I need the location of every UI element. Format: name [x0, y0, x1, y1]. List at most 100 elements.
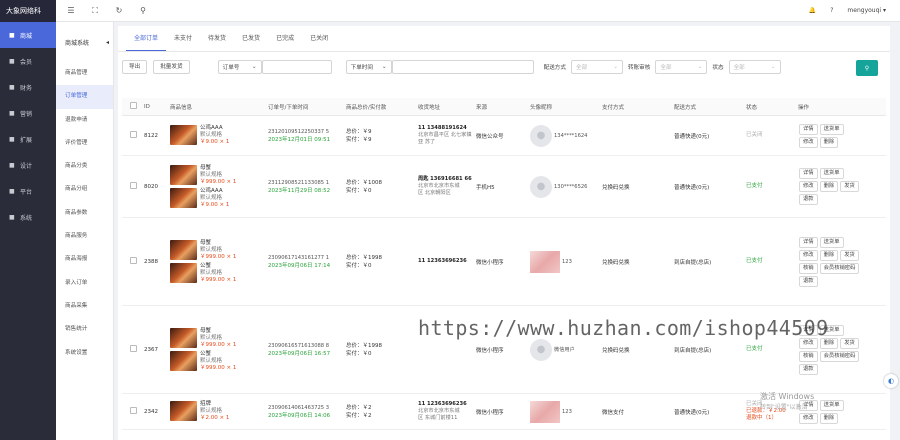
product-spec: 默认规格	[200, 246, 223, 253]
submenu-title: 商城系统 ◂	[65, 38, 109, 47]
address-line: 区 北京朝阳区	[418, 190, 451, 196]
nickname: 130****6526	[554, 183, 588, 190]
action-button[interactable]: 删除	[819, 412, 839, 424]
tab[interactable]: 已发货	[234, 26, 268, 51]
order-number: 23090616571613088 8	[268, 342, 330, 349]
float-assistant-icon[interactable]: ◐	[884, 374, 898, 388]
column-header: 配送方式	[674, 104, 697, 111]
action-button[interactable]: 会员核销密码	[819, 262, 860, 274]
nav-item-6[interactable]: ■ 平台	[0, 178, 56, 204]
nav-item-0[interactable]: ■ 商城	[0, 22, 56, 48]
tab[interactable]: 未支付	[166, 26, 200, 51]
action-button[interactable]: 送货单	[819, 168, 844, 179]
order-paid: 实付：￥0	[346, 350, 372, 357]
nav-item-1[interactable]: ■ 会员	[0, 48, 56, 74]
nav-item-4[interactable]: ■ 扩展	[0, 126, 56, 152]
action-button[interactable]: 退款	[799, 363, 818, 375]
address-contact: 11 12363696236	[418, 258, 467, 264]
collapse-icon[interactable]: ◂	[106, 39, 109, 46]
time-select[interactable]: 下单时间 ⌄	[345, 60, 392, 74]
submenu-item[interactable]: 商品参数	[56, 202, 113, 225]
action-button[interactable]: 详情	[799, 236, 818, 248]
submenu-item[interactable]: 评价管理	[56, 132, 113, 155]
product-name: 母蟹	[200, 164, 212, 171]
help-icon[interactable]: ?	[830, 7, 833, 14]
order-number: 23090617143161277 1	[268, 254, 330, 261]
transfer-label: 转账审核	[627, 65, 651, 71]
transfer-select[interactable]: 全部 ⌄	[655, 60, 708, 74]
action-button[interactable]: 删除	[819, 136, 839, 148]
watermark: https://www.huzhan.com/ishop44509	[418, 316, 829, 340]
action-button[interactable]: 发货	[840, 249, 859, 261]
bell-icon[interactable]: 🔔	[809, 7, 816, 14]
action-button[interactable]: 详情	[799, 168, 818, 179]
action-button[interactable]: 修改	[799, 136, 818, 148]
action-button[interactable]: 修改	[799, 249, 818, 261]
column-header: ID	[144, 103, 150, 110]
select-all-checkbox[interactable]	[130, 102, 137, 109]
action-button[interactable]: 退款	[799, 275, 818, 287]
tab[interactable]: 全部订单	[126, 26, 167, 51]
nav-item-2[interactable]: ■ 财务	[0, 74, 56, 100]
nav-item-7[interactable]: ■ 系统	[0, 204, 56, 230]
refresh-icon[interactable]: ↻	[110, 4, 128, 18]
avatar: ●	[530, 338, 552, 361]
submenu-item[interactable]: 商品管理	[56, 62, 113, 85]
row-checkbox[interactable]	[130, 131, 137, 138]
status-select[interactable]: 全部 ⌄	[728, 60, 781, 74]
row-checkbox[interactable]	[130, 345, 137, 352]
pay-method: 兑换码兑换	[602, 347, 630, 354]
action-button[interactable]: 详情	[799, 123, 818, 135]
action-button[interactable]: 送货单	[819, 399, 844, 411]
action-button[interactable]: 会员核销密码	[819, 350, 860, 362]
order-no-input[interactable]	[261, 60, 332, 74]
action-button[interactable]: 发货	[840, 337, 859, 349]
action-button[interactable]: 送货单	[819, 123, 844, 135]
action-button[interactable]: 修改	[799, 181, 818, 192]
tab[interactable]: 待发货	[200, 26, 234, 51]
batch-ship-button[interactable]: 批量发货	[153, 60, 190, 74]
time-range-input[interactable]	[391, 60, 534, 74]
pay-method: 兑换码兑换	[602, 184, 630, 191]
order-no-select[interactable]: 订单号 ⌄	[217, 60, 262, 74]
export-button[interactable]: 导出	[122, 60, 148, 74]
submenu-item[interactable]: 商品采集	[56, 295, 113, 318]
action-button[interactable]: 发货	[840, 181, 859, 192]
search-button[interactable]: ⚲	[856, 60, 878, 76]
menu-toggle-icon[interactable]: ☰	[62, 4, 80, 18]
pay-method-select[interactable]: 全部 ⌄	[570, 60, 623, 74]
action-button[interactable]: 核销	[799, 350, 818, 362]
product-price: ￥2.00 × 1	[200, 415, 230, 421]
tab[interactable]: 已完成	[268, 26, 302, 51]
action-button[interactable]: 退款	[799, 194, 818, 205]
action-button[interactable]: 送货单	[819, 236, 844, 248]
fullscreen-icon[interactable]: ⛶	[86, 4, 104, 18]
submenu-item[interactable]: 订单管理	[56, 85, 113, 109]
row-checkbox[interactable]	[130, 257, 137, 264]
submenu-item[interactable]: 录入订单	[56, 272, 113, 295]
action-button[interactable]: 删除	[819, 249, 839, 261]
row-checkbox[interactable]	[130, 407, 137, 414]
user-menu[interactable]: mengyouqi ▾	[847, 7, 886, 14]
submenu: 商城系统 ◂ 商品管理 订单管理 退款申请 评价管理 商品分类 商品分组 商品参数 商品服务 商品…	[56, 22, 114, 440]
address-contact: 11 12363696236	[418, 401, 467, 407]
action-button[interactable]: 核销	[799, 262, 818, 274]
submenu-item[interactable]: 系统设置	[56, 342, 113, 365]
submenu-item[interactable]: 商品分组	[56, 178, 113, 201]
submenu-item[interactable]: 退款申请	[56, 109, 113, 132]
action-button[interactable]: 修改	[799, 412, 818, 424]
submenu-item[interactable]: 商品海报	[56, 248, 113, 271]
nav-item-5[interactable]: ■ 设计	[0, 152, 56, 178]
nav-item-3[interactable]: ■ 营销	[0, 100, 56, 126]
column-header: 支付方式	[602, 104, 625, 111]
order-id: 2342	[144, 408, 158, 415]
submenu-item[interactable]: 商品服务	[56, 225, 113, 248]
submenu-item[interactable]: 销售统计	[56, 318, 113, 341]
action-button[interactable]: 删除	[819, 181, 839, 192]
order-time: 2023年12月01日 09:51	[268, 136, 331, 143]
tab[interactable]: 已关闭	[302, 26, 336, 51]
row-checkbox[interactable]	[130, 182, 137, 189]
order-paid: 实付：￥0	[346, 262, 372, 269]
link-icon[interactable]: ⚲	[134, 4, 152, 18]
submenu-item[interactable]: 商品分类	[56, 155, 113, 178]
